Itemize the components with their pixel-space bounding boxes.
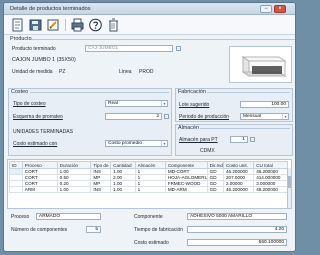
help-icon[interactable]	[88, 18, 103, 32]
window-title: Detalle de productos terminados	[10, 6, 91, 12]
finished-product-field[interactable]: CAJ-JUMBO1	[85, 45, 173, 52]
column-header[interactable]: CU total	[253, 161, 288, 169]
unit-label: Unidad de medida	[12, 69, 53, 75]
cost-type-label: Tipo de costeo	[13, 101, 46, 107]
column-header[interactable]: Cantidad	[110, 161, 136, 169]
product-image	[229, 46, 292, 83]
product-search-icon[interactable]: …	[176, 46, 181, 51]
manufacturing-section-line	[207, 92, 290, 93]
minimize-button[interactable]: −	[260, 5, 272, 13]
table-row[interactable]: ARM 1.00 INS 1.00 1 MD-ARM GD 46.200000 46.20000…	[9, 186, 288, 193]
warehouse-section-line	[200, 128, 290, 129]
proration-field[interactable]: 2	[105, 113, 162, 120]
delete-icon[interactable]	[106, 18, 121, 32]
product-section-line	[31, 39, 295, 40]
save-icon[interactable]	[28, 18, 43, 32]
table-cell[interactable]: INS	[90, 186, 112, 193]
edit-icon[interactable]	[46, 18, 61, 32]
finished-product-label: Producto terminado	[12, 46, 56, 52]
column-header[interactable]: ID	[9, 161, 23, 169]
warehouse-pt-field[interactable]: 1	[230, 136, 248, 143]
lot-label: Lote sugerido	[179, 102, 210, 108]
line-value: PROD	[139, 69, 154, 75]
drawer-image	[241, 56, 287, 77]
toolbar	[4, 15, 295, 35]
warehouse-lookup-icon[interactable]: …	[250, 137, 255, 142]
period-value: Mensual	[243, 114, 262, 119]
costing-section-line	[30, 92, 169, 93]
summary-estimated-cost-field[interactable]: 560.100000	[187, 239, 287, 246]
warehouse-name: CDMX	[200, 148, 215, 154]
process-field[interactable]: ARMADO	[36, 213, 101, 220]
fabrication-time-field[interactable]: 4.20	[187, 226, 287, 233]
component-count-label: Número de componentes	[11, 227, 68, 233]
estimated-cost-select[interactable]: Costo promedio ▾	[105, 140, 168, 147]
new-icon[interactable]	[10, 18, 25, 32]
warehouse-pt-label: Almacén para PT	[179, 137, 218, 143]
lot-field[interactable]: 100.00	[240, 101, 289, 108]
close-button[interactable]: ×	[274, 5, 286, 13]
component-count-field[interactable]: 5	[86, 226, 101, 233]
estimated-cost-label: Costo estimado con	[13, 141, 58, 147]
product-detail-window: Detalle de productos terminados − × Prod…	[3, 2, 296, 252]
components-table: ID Proceso Duración Tipo de Cantidad Alm…	[9, 161, 288, 193]
table-cell[interactable]: GD	[206, 186, 224, 193]
column-header[interactable]: Tipo de	[90, 161, 112, 169]
column-header[interactable]: Componente	[164, 161, 208, 169]
cost-type-value: Real	[108, 101, 118, 106]
scrollbar-thumb[interactable]	[288, 176, 291, 188]
table-cell[interactable]: MD-ARM	[164, 186, 208, 193]
component-field[interactable]: ADHESIVO 5000 AMARILLO	[187, 213, 287, 220]
toolbar-divider	[65, 19, 66, 31]
line-label: Línea	[119, 69, 132, 75]
fabrication-time-label: Tiempo de fabricación	[134, 227, 184, 233]
proration-lookup-icon[interactable]: …	[164, 114, 169, 119]
table-cell[interactable]	[9, 186, 23, 193]
costing-section-title: Costeo	[11, 89, 29, 95]
chevron-down-icon: ▾	[282, 114, 288, 119]
period-label: Periodo de producción	[179, 114, 230, 120]
column-header[interactable]: Duración	[56, 161, 92, 169]
table-cell[interactable]: ARM	[21, 186, 58, 193]
table-scrollbar[interactable]	[287, 168, 291, 208]
print-icon[interactable]	[70, 18, 85, 32]
table-cell[interactable]: 1.00	[56, 186, 92, 193]
table-cell[interactable]: 46.200000	[222, 186, 255, 193]
chevron-down-icon: ▾	[161, 141, 167, 146]
table-cell[interactable]: 1.00	[110, 186, 136, 193]
unit-value: PZ	[59, 69, 66, 75]
period-select[interactable]: Mensual ▾	[240, 113, 289, 120]
column-header[interactable]: Dir.Ind	[206, 161, 224, 169]
product-section-title: Producto	[10, 36, 32, 42]
table-cell[interactable]: 1	[134, 186, 166, 193]
column-header[interactable]: Costo unit.	[222, 161, 255, 169]
titlebar: Detalle de productos terminados − ×	[4, 3, 295, 15]
process-label: Proceso	[11, 214, 30, 220]
chevron-down-icon: ▾	[161, 101, 167, 106]
manufacturing-section-title: Fabricación	[178, 89, 206, 95]
component-label: Componente	[134, 214, 163, 220]
table-cell[interactable]: HOJA-AGLOMERU	[164, 174, 208, 181]
summary-estimated-cost-label: Costo estimado	[134, 240, 169, 246]
proration-label: Esquema de prorrateo	[13, 114, 63, 120]
table-cell[interactable]: 46.200000	[253, 186, 288, 193]
warehouse-section-title: Almacén	[178, 125, 199, 131]
column-header[interactable]: Proceso	[21, 161, 58, 169]
finished-units-label: UNIDADES TERMINADAS	[13, 129, 73, 135]
column-header[interactable]: Almacén	[134, 161, 166, 169]
estimated-cost-value: Costo promedio	[108, 141, 142, 146]
cost-type-select[interactable]: Real ▾	[105, 100, 168, 107]
product-name: CAJON JUMBO 1 (35X50)	[12, 57, 76, 63]
